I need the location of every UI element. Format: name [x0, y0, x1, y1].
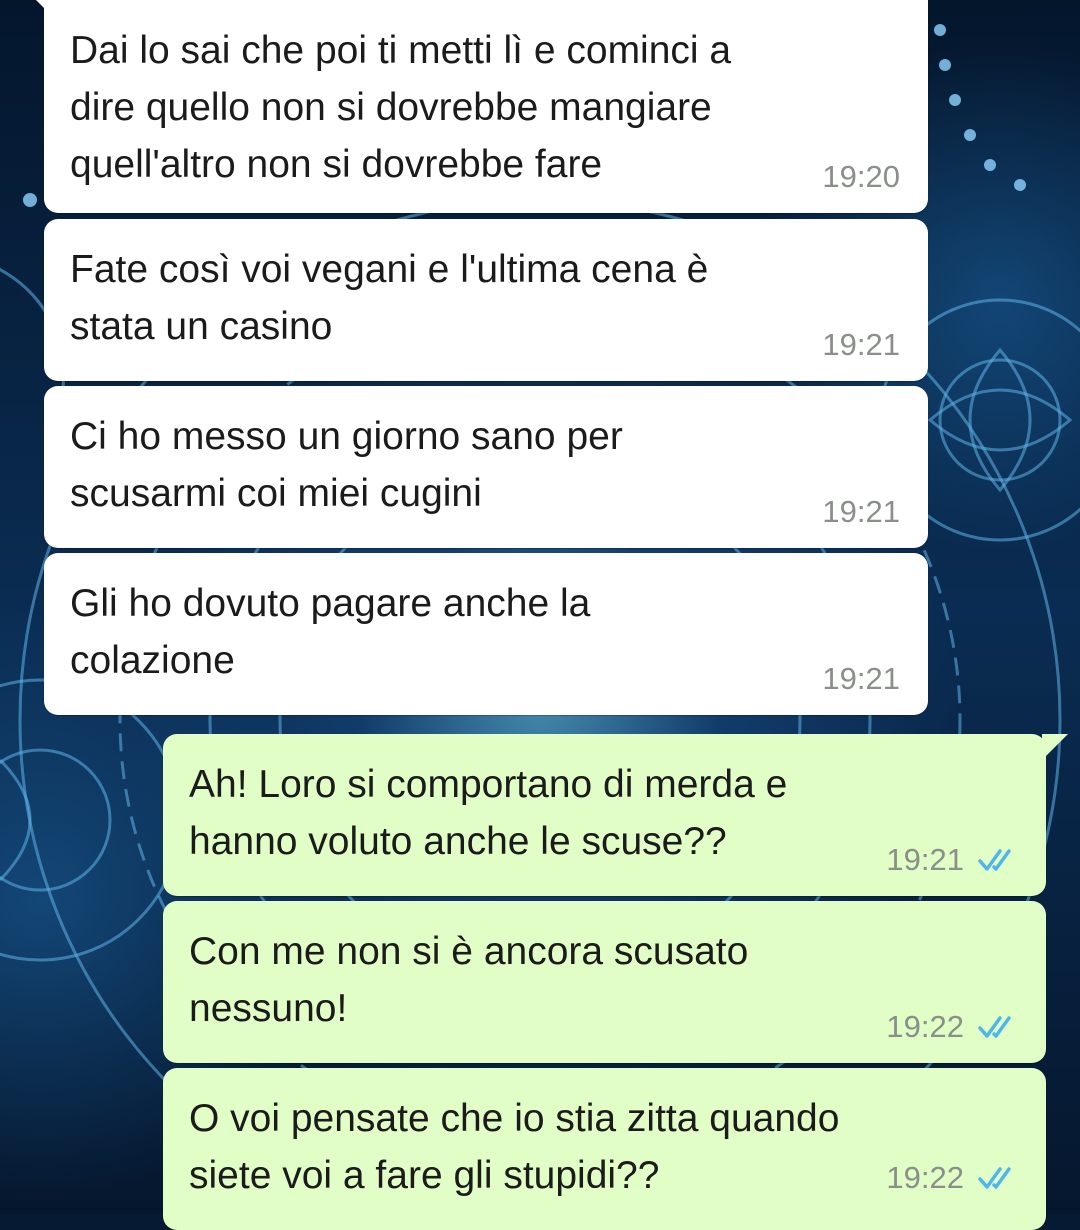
message-timestamp: 19:21 [822, 494, 900, 529]
message-bubble-outgoing[interactable]: Ah! Loro si comportano di merda e hanno … [163, 734, 1068, 896]
double-check-icon [978, 1016, 1011, 1038]
message-bubble-incoming[interactable]: Gli ho dovuto pagare anche la colazione … [44, 553, 928, 715]
message-text: Ci ho messo un giorno sano per scusarmi … [70, 415, 623, 515]
message-text: Dai lo sai che poi ti metti lì e cominci… [70, 29, 732, 186]
message-bubble-incoming[interactable]: Fate così voi vegani e l'ultima cena è s… [44, 219, 928, 381]
message-bubble-outgoing[interactable]: Con me non si è ancora scusato nessuno! … [163, 901, 1046, 1063]
message-timestamp: 19:21 [886, 842, 964, 877]
message-bubble-outgoing[interactable]: O voi pensate che io stia zitta quando s… [163, 1068, 1046, 1230]
bubble-tail [1042, 734, 1068, 760]
message-text: Fate così voi vegani e l'ultima cena è s… [70, 248, 709, 348]
message-timestamp: 19:21 [822, 327, 900, 362]
message-bubble-incoming[interactable]: Ci ho messo un giorno sano per scusarmi … [44, 386, 928, 548]
message-timestamp: 19:22 [886, 1009, 964, 1044]
message-bubble-incoming[interactable]: Dai lo sai che poi ti metti lì e cominci… [22, 0, 928, 213]
double-check-icon [978, 1167, 1011, 1189]
bubble-tail [22, 0, 48, 12]
message-timestamp: 19:20 [822, 159, 900, 194]
double-check-icon [978, 849, 1011, 871]
message-timestamp: 19:22 [886, 1160, 964, 1195]
message-text: Gli ho dovuto pagare anche la colazione [70, 582, 591, 682]
message-timestamp: 19:21 [822, 661, 900, 696]
